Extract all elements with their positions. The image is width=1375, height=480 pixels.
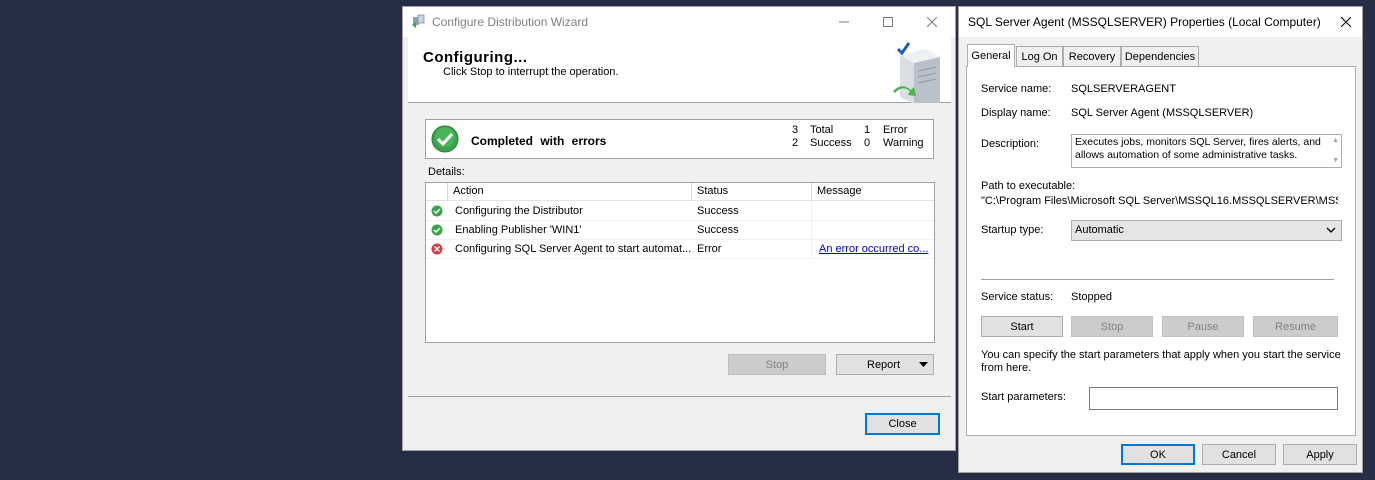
tab-recovery[interactable]: Recovery xyxy=(1063,46,1121,66)
general-tab-page: Service name: SQLSERVERAGENT Display nam… xyxy=(966,66,1356,436)
success-count: 2 xyxy=(792,137,799,149)
summary-status-text: Completed with errors xyxy=(471,134,607,148)
success-label: Success xyxy=(810,137,852,149)
page-subtitle: Click Stop to interrupt the operation. xyxy=(443,66,619,78)
description-field[interactable]: Executes jobs, monitors SQL Server, fire… xyxy=(1071,134,1342,168)
total-label: Total xyxy=(810,124,834,136)
stop-service-button[interactable]: Stop xyxy=(1071,316,1153,337)
minimize-icon xyxy=(839,21,849,23)
tab-general[interactable]: General xyxy=(967,44,1015,67)
row-action: Configuring the Distributor xyxy=(455,205,583,217)
warning-label: Warning xyxy=(883,137,924,149)
tab-dependencies[interactable]: Dependencies xyxy=(1121,46,1199,66)
service-name-label: Service name: xyxy=(981,83,1052,95)
column-separator xyxy=(811,183,812,201)
maximize-icon xyxy=(883,17,893,27)
row-action: Configuring SQL Server Agent to start au… xyxy=(455,243,692,255)
warning-count: 0 xyxy=(864,137,871,149)
service-status-label: Service status: xyxy=(981,291,1054,303)
page-title: Configuring... xyxy=(423,49,528,66)
column-separator xyxy=(447,183,448,201)
wizard-titlebar[interactable]: Configure Distribution Wizard xyxy=(403,7,955,37)
stop-button[interactable]: Stop xyxy=(728,354,826,375)
success-large-icon xyxy=(431,125,459,153)
success-icon xyxy=(431,224,443,236)
chevron-down-icon xyxy=(1326,227,1336,233)
details-label: Details: xyxy=(428,166,465,178)
row-action: Enabling Publisher 'WIN1' xyxy=(455,224,582,236)
wizard-title: Configure Distribution Wizard xyxy=(432,15,589,29)
column-header-message[interactable]: Message xyxy=(817,185,862,197)
close-button[interactable]: Close xyxy=(865,413,940,435)
wizard-app-icon xyxy=(412,14,425,28)
tab-log-on[interactable]: Log On xyxy=(1016,46,1063,66)
table-row[interactable]: Configuring SQL Server Agent to start au… xyxy=(426,240,934,259)
divider xyxy=(981,279,1334,280)
start-parameters-input[interactable] xyxy=(1089,387,1338,410)
resume-button[interactable]: Resume xyxy=(1253,316,1338,337)
display-name-value: SQL Server Agent (MSSQLSERVER) xyxy=(1071,107,1254,119)
path-value: "C:\Program Files\Microsoft SQL Server\M… xyxy=(981,195,1338,207)
service-status-value: Stopped xyxy=(1071,291,1112,303)
minimize-button[interactable] xyxy=(821,7,867,37)
row-status: Success xyxy=(697,205,739,217)
summary-panel: Completed with errors 3 Total 1 Error 2 … xyxy=(425,119,934,159)
startup-type-select[interactable]: Automatic xyxy=(1071,220,1342,241)
column-header-action[interactable]: Action xyxy=(453,185,484,197)
display-name-label: Display name: xyxy=(981,107,1051,119)
configure-distribution-wizard-window: Configure Distribution Wizard Configurin… xyxy=(402,6,956,451)
maximize-button[interactable] xyxy=(865,7,911,37)
divider xyxy=(408,396,951,397)
close-icon xyxy=(1341,17,1351,27)
start-button[interactable]: Start xyxy=(981,316,1063,337)
apply-button[interactable]: Apply xyxy=(1283,444,1357,465)
table-row[interactable]: Enabling Publisher 'WIN1' Success xyxy=(426,221,934,240)
success-icon xyxy=(431,205,443,217)
startup-type-label: Startup type: xyxy=(981,224,1044,236)
row-status: Success xyxy=(697,224,739,236)
details-grid[interactable]: Action Status Message Configuring the Di… xyxy=(425,182,935,343)
scroll-down-icon[interactable]: ▼ xyxy=(1332,157,1339,164)
report-button[interactable]: Report xyxy=(836,354,934,375)
pause-button[interactable]: Pause xyxy=(1162,316,1244,337)
wizard-header: Configuring... Click Stop to interrupt t… xyxy=(408,37,951,103)
row-status: Error xyxy=(697,243,722,255)
error-icon xyxy=(431,243,443,255)
total-count: 3 xyxy=(792,124,799,136)
scroll-up-icon[interactable]: ▲ xyxy=(1332,137,1339,144)
start-parameters-help: You can specify the start parameters tha… xyxy=(981,349,1341,374)
path-label: Path to executable: xyxy=(981,180,1076,192)
chevron-down-icon xyxy=(919,362,928,367)
error-label: Error xyxy=(883,124,908,136)
description-text: Executes jobs, monitors SQL Server, fire… xyxy=(1075,136,1321,161)
ok-button[interactable]: OK xyxy=(1121,444,1195,465)
error-message-link[interactable]: An error occurred co... xyxy=(819,243,928,255)
column-separator xyxy=(691,183,692,201)
close-window-button[interactable] xyxy=(909,7,955,37)
close-icon xyxy=(927,17,937,27)
error-count: 1 xyxy=(864,124,871,136)
startup-type-value: Automatic xyxy=(1075,224,1124,236)
report-button-label: Report xyxy=(867,358,901,371)
cancel-button[interactable]: Cancel xyxy=(1202,444,1276,465)
description-label: Description: xyxy=(981,138,1040,150)
column-header-status[interactable]: Status xyxy=(697,185,728,197)
grid-header: Action Status Message xyxy=(426,183,934,201)
properties-titlebar[interactable]: SQL Server Agent (MSSQLSERVER) Propertie… xyxy=(959,7,1362,37)
start-parameters-label: Start parameters: xyxy=(981,391,1066,403)
properties-title: SQL Server Agent (MSSQLSERVER) Propertie… xyxy=(968,15,1321,29)
service-name-value: SQLSERVERAGENT xyxy=(1071,83,1176,95)
table-row[interactable]: Configuring the Distributor Success xyxy=(426,202,934,221)
server-checkmark-icon xyxy=(893,42,940,103)
service-properties-window: SQL Server Agent (MSSQLSERVER) Propertie… xyxy=(958,6,1363,473)
close-window-button[interactable] xyxy=(1329,7,1363,37)
